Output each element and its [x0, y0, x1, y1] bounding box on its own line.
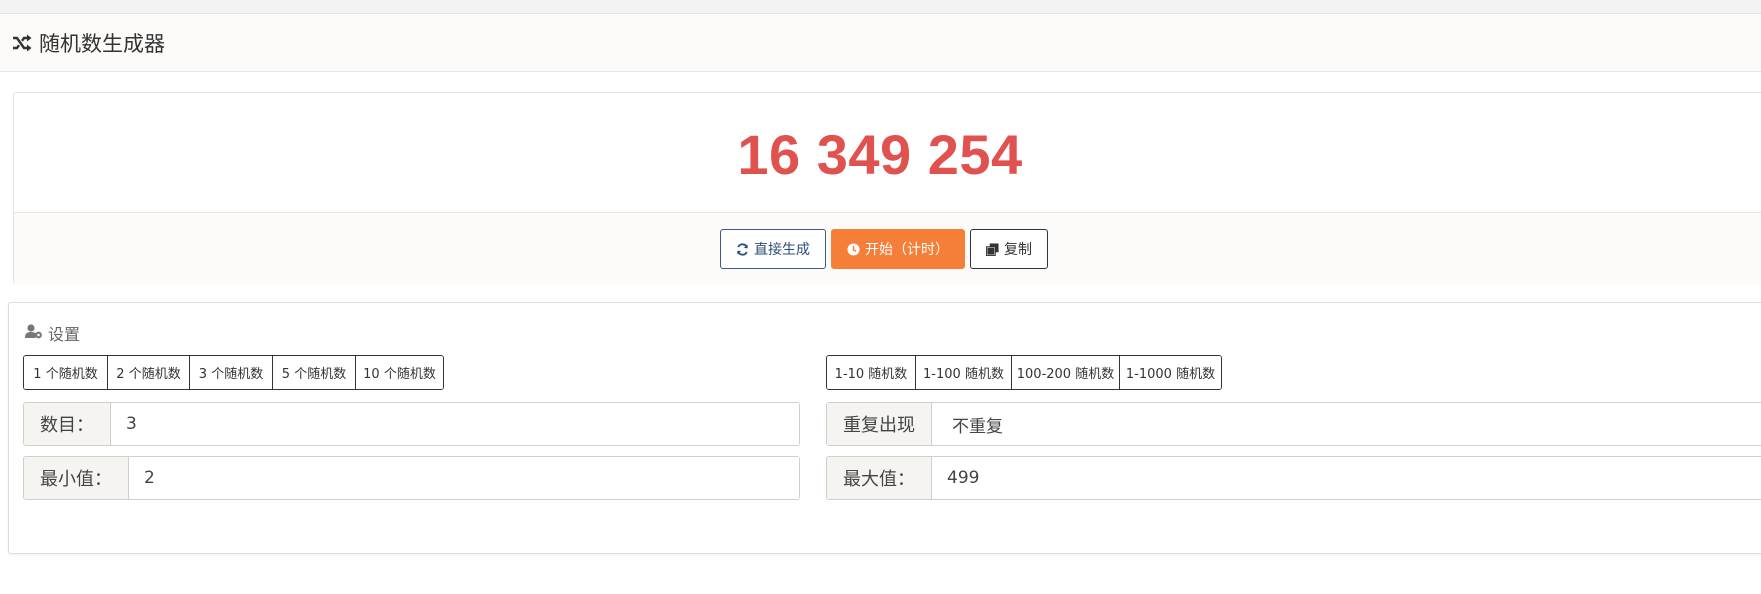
preset-range-1-1000[interactable]: 1-1000 随机数 [1119, 356, 1221, 389]
repeat-label: 重复出现 [827, 403, 932, 445]
min-field: 最小值： 2 [23, 456, 800, 500]
range-preset-group: 1-10 随机数 1-100 随机数 100-200 随机数 1-1000 随机… [826, 355, 1222, 390]
settings-panel: 设置 1 个随机数 2 个随机数 3 个随机数 5 个随机数 10 个随机数 1… [8, 302, 1761, 554]
min-input[interactable]: 2 [129, 457, 799, 499]
result-number: 16 349 254 [737, 123, 1023, 186]
generate-button[interactable]: 直接生成 [720, 229, 826, 269]
max-field: 最大值： 499 [826, 456, 1761, 500]
result-card: 16 349 254 直接生成 开始（计时） 复制 [13, 92, 1761, 285]
refresh-icon [736, 242, 749, 256]
preset-count-3[interactable]: 3 个随机数 [189, 356, 272, 389]
start-timer-button[interactable]: 开始（计时） [831, 229, 965, 269]
browser-top-strip [0, 0, 1761, 14]
user-cog-icon [25, 323, 43, 343]
max-input[interactable]: 499 [932, 457, 1761, 499]
shuffle-icon [12, 34, 32, 52]
count-field: 数目： 3 [23, 402, 800, 446]
repeat-select[interactable]: 不重复 [932, 403, 1761, 445]
preset-count-10[interactable]: 10 个随机数 [355, 356, 443, 389]
preset-count-5[interactable]: 5 个随机数 [272, 356, 355, 389]
copy-label: 复制 [1004, 242, 1032, 258]
action-bar: 直接生成 开始（计时） 复制 [14, 213, 1761, 285]
preset-range-100-200[interactable]: 100-200 随机数 [1011, 356, 1119, 389]
preset-range-1-10[interactable]: 1-10 随机数 [827, 356, 915, 389]
count-label: 数目： [24, 403, 111, 445]
repeat-field: 重复出现 不重复 [826, 402, 1761, 446]
preset-range-1-100[interactable]: 1-100 随机数 [915, 356, 1011, 389]
max-label: 最大值： [827, 457, 932, 499]
copy-button[interactable]: 复制 [970, 229, 1048, 269]
count-input[interactable]: 3 [111, 403, 799, 445]
count-preset-group: 1 个随机数 2 个随机数 3 个随机数 5 个随机数 10 个随机数 [23, 355, 444, 390]
app-header: 随机数生成器 [0, 14, 1761, 72]
copy-icon [986, 242, 999, 256]
start-label: 开始（计时） [865, 242, 949, 258]
clock-icon [847, 242, 860, 256]
page-title: 随机数生成器 [39, 31, 165, 56]
preset-count-2[interactable]: 2 个随机数 [107, 356, 189, 389]
preset-count-1[interactable]: 1 个随机数 [24, 356, 107, 389]
result-display: 16 349 254 [14, 93, 1761, 213]
min-label: 最小值： [24, 457, 129, 499]
settings-heading: 设置 [25, 321, 80, 345]
settings-title: 设置 [48, 325, 81, 344]
generate-label: 直接生成 [754, 242, 810, 258]
